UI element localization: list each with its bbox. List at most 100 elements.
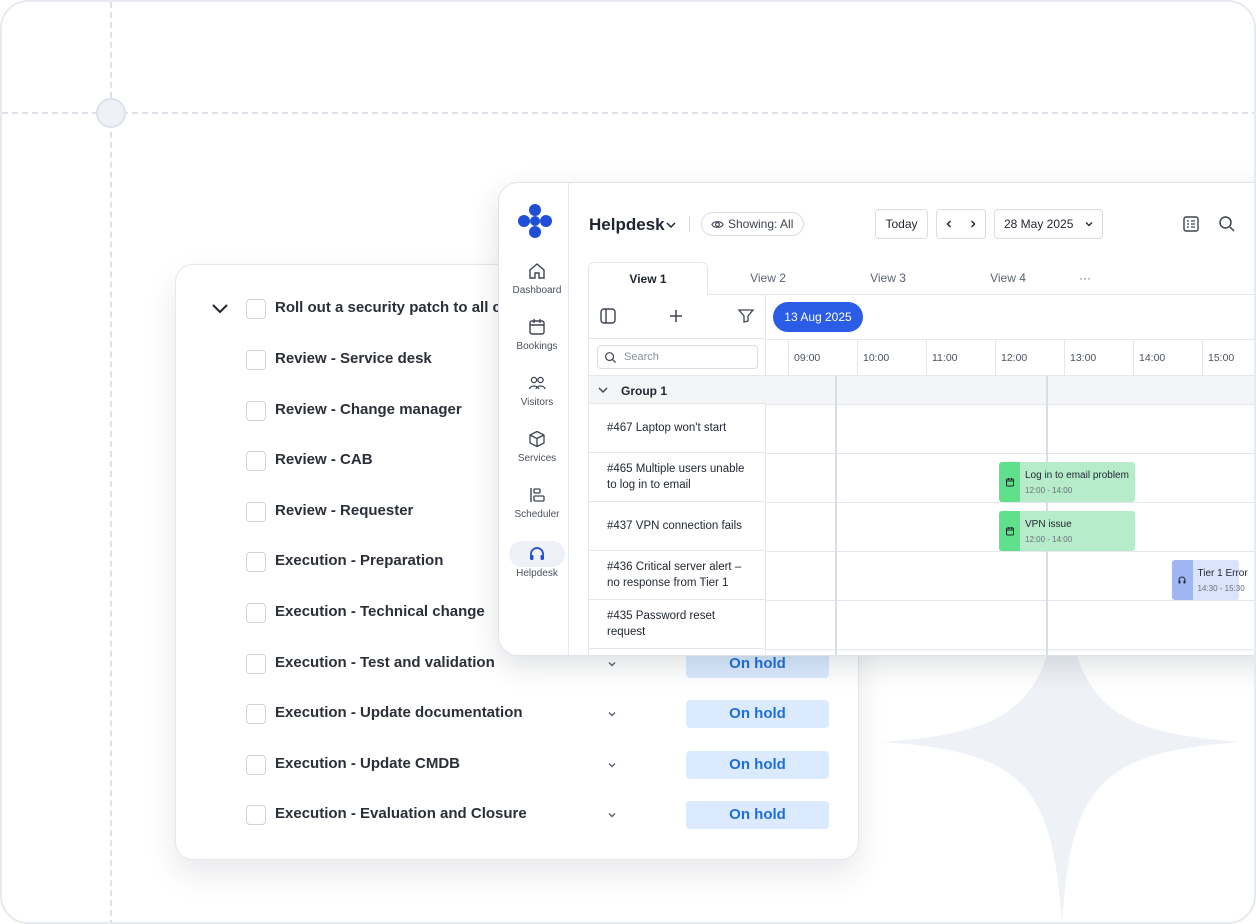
ticket-row[interactable]: #465 Multiple users unable to log in to … bbox=[589, 453, 766, 502]
group-band bbox=[766, 376, 1254, 405]
task-label: Execution - Technical change bbox=[275, 603, 485, 620]
tab-view-3[interactable]: View 3 bbox=[828, 262, 948, 295]
task-label: Execution - Preparation bbox=[275, 552, 444, 570]
calendar-icon bbox=[1005, 478, 1014, 487]
task-label: Roll out a security patch to all co bbox=[275, 299, 511, 316]
ticket-title: #435 Password reset request bbox=[607, 610, 716, 638]
task-label: Review - Change manager bbox=[275, 400, 462, 418]
event-title: VPN issue bbox=[1025, 519, 1072, 530]
sidebar-item-label: Visitors bbox=[520, 397, 554, 408]
sidebar-item-bookings[interactable]: Bookings bbox=[507, 317, 567, 367]
chevron-down-icon[interactable] bbox=[604, 656, 620, 672]
task-checkbox[interactable] bbox=[246, 603, 266, 623]
sidebar-item-visitors[interactable]: Visitors bbox=[507, 373, 567, 423]
timeline-divider bbox=[835, 376, 837, 655]
ticket-row[interactable]: #436 Critical server alert – no response… bbox=[589, 551, 766, 600]
hour-header: 09:00 10:00 11:00 12:00 13:00 14:00 15:00 bbox=[766, 339, 1254, 376]
prev-button[interactable] bbox=[937, 210, 961, 238]
schedule-event[interactable]: Log in to email problem 12:00 - 14:00 bbox=[999, 462, 1135, 502]
showing-filter-pill[interactable]: Showing: All bbox=[701, 212, 805, 236]
date-chip[interactable]: 13 Aug 2025 bbox=[773, 302, 863, 332]
sidebar-toggle-icon[interactable] bbox=[599, 307, 617, 325]
eye-icon bbox=[711, 221, 724, 228]
chevron-down-icon[interactable] bbox=[604, 807, 620, 823]
plus-icon[interactable] bbox=[667, 307, 685, 325]
task-label: Execution - Update CMDB bbox=[275, 754, 461, 772]
users-icon bbox=[528, 376, 546, 390]
task-label: Execution - Update documentation bbox=[275, 704, 523, 722]
row-divider bbox=[766, 453, 1254, 454]
sidebar-item-label: Services bbox=[517, 453, 557, 464]
schedule-event[interactable]: Tier 1 Error 14:30 - 15:30 bbox=[1171, 560, 1248, 600]
box-icon bbox=[529, 430, 545, 448]
task-label: Execution - Evaluation and Closure bbox=[275, 805, 527, 823]
chevron-down-icon[interactable] bbox=[208, 297, 232, 321]
tab-view-4[interactable]: View 4 bbox=[948, 262, 1068, 295]
ticket-list-toolbar bbox=[589, 295, 766, 339]
ticket-row[interactable]: #435 Password reset request bbox=[589, 600, 766, 649]
today-button[interactable]: Today bbox=[875, 209, 928, 239]
chevron-down-icon[interactable] bbox=[597, 384, 609, 396]
event-title: Tier 1 Error bbox=[1197, 568, 1248, 579]
tab-view-1[interactable]: View 1 bbox=[588, 262, 708, 296]
status-badge[interactable]: On hold bbox=[686, 700, 829, 729]
tab-view-2[interactable]: View 2 bbox=[708, 262, 828, 295]
group-row[interactable]: Group 1 bbox=[589, 375, 766, 404]
task-checkbox[interactable] bbox=[246, 653, 266, 674]
task-checkbox[interactable] bbox=[246, 299, 266, 319]
task-checkbox[interactable] bbox=[246, 400, 266, 421]
task-checkbox[interactable] bbox=[246, 552, 266, 573]
sidebar-item-services[interactable]: Services bbox=[507, 429, 567, 479]
search-input[interactable]: Search bbox=[597, 345, 758, 369]
ticket-row[interactable]: #437 VPN connection fails bbox=[589, 502, 766, 551]
task-checkbox[interactable] bbox=[246, 805, 266, 826]
group-label: Group 1 bbox=[621, 384, 668, 398]
row-divider bbox=[766, 649, 1254, 650]
task-row[interactable]: Execution - Update CMDB On hold bbox=[176, 745, 860, 785]
hour-label: 11:00 bbox=[926, 340, 995, 376]
date-select[interactable]: 28 May 2025 bbox=[994, 209, 1103, 239]
task-label: Review - Service desk bbox=[275, 350, 432, 367]
timeline-panel: 13 Aug 2025 09:00 10:00 11:00 12:00 13:00 14:… bbox=[766, 295, 1254, 655]
row-divider bbox=[766, 600, 1254, 601]
ticket-row[interactable]: #467 Laptop won't start bbox=[589, 404, 766, 453]
chevron-down-icon[interactable] bbox=[604, 706, 620, 722]
chevron-down-icon[interactable] bbox=[665, 219, 677, 231]
chevron-left-icon bbox=[946, 220, 951, 228]
task-row[interactable]: Execution - Update documentation On hold bbox=[176, 694, 860, 734]
hour-label: 13:00 bbox=[1064, 340, 1133, 376]
app-sidebar: Dashboard Bookings Visitors Services Schedul… bbox=[499, 183, 569, 655]
next-button[interactable] bbox=[961, 210, 985, 238]
search-placeholder: Search bbox=[624, 351, 659, 363]
filter-icon[interactable] bbox=[737, 307, 755, 325]
sidebar-item-label: Scheduler bbox=[514, 509, 560, 520]
task-row[interactable]: Execution - Evaluation and Closure On hol… bbox=[176, 795, 860, 835]
layout-grid-icon[interactable] bbox=[1181, 214, 1201, 234]
hour-label: 15:00 bbox=[1202, 340, 1254, 376]
task-checkbox[interactable] bbox=[246, 704, 266, 725]
guide-line-horizontal bbox=[2, 112, 1254, 114]
view-tabs: View 1 View 2 View 3 View 4 ··· bbox=[588, 262, 1254, 296]
task-checkbox[interactable] bbox=[246, 451, 266, 472]
schedule-event[interactable]: VPN issue 12:00 - 14:00 bbox=[999, 511, 1135, 551]
ticket-title: #465 Multiple users unable to log in to … bbox=[607, 463, 745, 491]
sidebar-item-scheduler[interactable]: Scheduler bbox=[507, 485, 567, 535]
date-select-value: 28 May 2025 bbox=[1004, 217, 1074, 231]
more-tabs-button[interactable]: ··· bbox=[1070, 262, 1100, 295]
task-checkbox[interactable] bbox=[246, 350, 266, 370]
calendar-icon bbox=[1005, 527, 1014, 536]
ticket-title: #467 Laptop won't start bbox=[607, 422, 727, 434]
status-badge[interactable]: On hold bbox=[686, 801, 829, 830]
header-divider bbox=[689, 216, 690, 232]
page-title[interactable]: Helpdesk bbox=[589, 215, 665, 235]
helpdesk-app-window: Dashboard Bookings Visitors Services Schedul… bbox=[498, 182, 1254, 656]
chevron-down-icon[interactable] bbox=[604, 757, 620, 773]
status-badge[interactable]: On hold bbox=[686, 750, 829, 779]
sidebar-item-dashboard[interactable]: Dashboard bbox=[507, 261, 567, 311]
task-checkbox[interactable] bbox=[246, 501, 266, 522]
task-checkbox[interactable] bbox=[246, 754, 266, 775]
event-time: 12:00 - 14:00 bbox=[1025, 535, 1073, 544]
task-label: Review - Requester bbox=[275, 501, 414, 519]
sidebar-item-helpdesk[interactable]: Helpdesk bbox=[507, 541, 567, 591]
search-icon[interactable] bbox=[1217, 214, 1237, 234]
